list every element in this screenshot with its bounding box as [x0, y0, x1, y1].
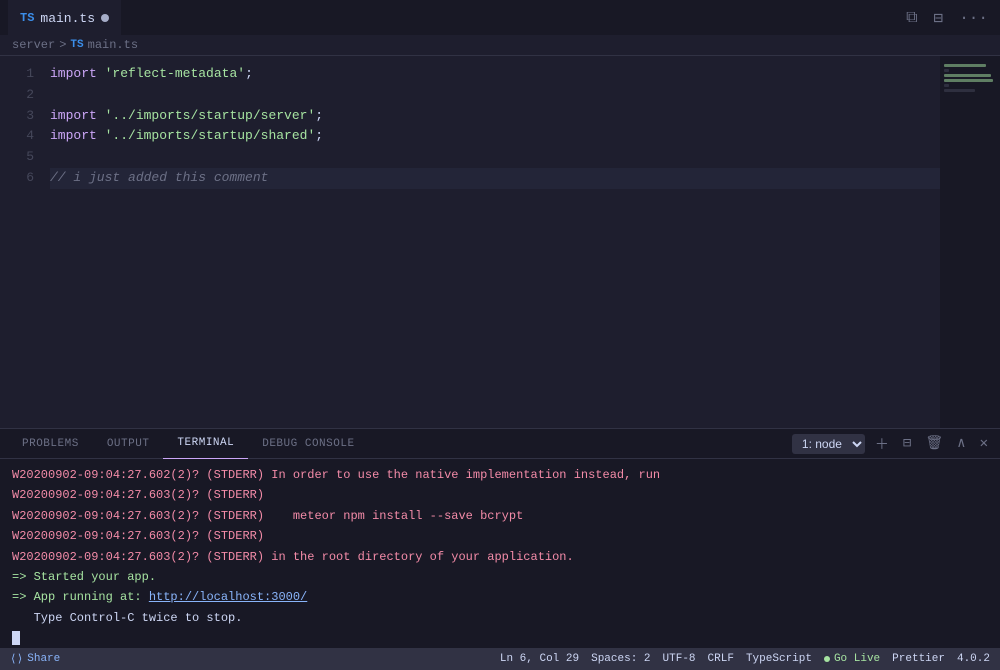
chevron-up-icon[interactable]: ∧ [953, 433, 969, 454]
status-bar: ⟨⟩ Share Ln 6, Col 29 Spaces: 2 UTF-8 CR… [0, 648, 1000, 670]
language-indicator[interactable]: TypeScript [746, 653, 812, 665]
more-actions-icon[interactable]: ··· [955, 7, 992, 29]
eol-indicator[interactable]: CRLF [708, 653, 734, 665]
share-button[interactable]: ⟨⟩ Share [10, 652, 60, 666]
editor: 123456 import 'reflect-metadata'; import… [0, 56, 1000, 428]
code-line-5 [50, 147, 940, 168]
share-label: Share [27, 653, 60, 665]
terminal-line: W20200902-09:04:27.602(2)? (STDERR) In o… [12, 465, 988, 485]
unsaved-dot [101, 14, 109, 22]
panel-tabs: PROBLEMS OUTPUT TERMINAL DEBUG CONSOLE 1… [0, 429, 1000, 459]
terminal-line [12, 628, 988, 648]
panel-tabs-right: 1: node ＋ ⊟ 🗑 ∧ ✕ [792, 432, 992, 456]
go-live-dot [824, 656, 830, 662]
terminal-panel: PROBLEMS OUTPUT TERMINAL DEBUG CONSOLE 1… [0, 428, 1000, 648]
tab-debug-console[interactable]: DEBUG CONSOLE [248, 429, 368, 459]
breadcrumb-file[interactable]: main.ts [88, 38, 138, 52]
encoding-indicator[interactable]: UTF-8 [663, 653, 696, 665]
terminal-dropdown[interactable]: 1: node [792, 434, 865, 454]
code-line-3: import '../imports/startup/server'; [50, 106, 940, 127]
tab-bar-actions: ⧉ ⊟ ··· [902, 6, 992, 30]
breadcrumb-server[interactable]: server [12, 38, 55, 52]
minimap [940, 56, 1000, 428]
terminal-line: W20200902-09:04:27.603(2)? (STDERR) [12, 485, 988, 505]
tab-problems[interactable]: PROBLEMS [8, 429, 93, 459]
breadcrumb-separator: > [59, 38, 66, 52]
panel-tabs-left: PROBLEMS OUTPUT TERMINAL DEBUG CONSOLE [8, 429, 369, 459]
status-bar-left: ⟨⟩ Share [10, 652, 60, 666]
tab-main-ts[interactable]: TS main.ts [8, 0, 121, 35]
code-line-1: import 'reflect-metadata'; [50, 64, 940, 85]
prettier-button[interactable]: Prettier [892, 653, 945, 665]
code-line-6: // i just added this comment [50, 168, 940, 189]
tab-filename: main.ts [40, 11, 95, 26]
tab-bar: TS main.ts ⧉ ⊟ ··· [0, 0, 1000, 35]
share-icon: ⟨⟩ [10, 652, 23, 666]
trash-icon[interactable]: 🗑 [921, 433, 947, 454]
tab-bar-left: TS main.ts [8, 0, 121, 35]
terminal-line: Type Control-C twice to stop. [12, 608, 988, 628]
tab-terminal[interactable]: TERMINAL [163, 429, 248, 459]
terminal-content[interactable]: W20200902-09:04:27.602(2)? (STDERR) In o… [0, 459, 1000, 648]
new-terminal-icon[interactable]: ＋ [871, 432, 893, 456]
go-live-label: Go Live [834, 653, 880, 665]
code-line-4: import '../imports/startup/shared'; [50, 126, 940, 147]
go-live-button[interactable]: Go Live [824, 653, 880, 665]
breadcrumb: server > TS main.ts [0, 35, 1000, 56]
close-panel-icon[interactable]: ✕ [976, 433, 992, 454]
split-editor-icon[interactable]: ⧉ [902, 7, 921, 29]
ts-icon: TS [20, 11, 34, 25]
terminal-line: W20200902-09:04:27.603(2)? (STDERR) mete… [12, 506, 988, 526]
breadcrumb-ts-icon: TS [70, 39, 83, 51]
code-area[interactable]: import 'reflect-metadata'; import '../im… [42, 56, 940, 428]
line-numbers: 123456 [0, 56, 42, 428]
spaces-indicator[interactable]: Spaces: 2 [591, 653, 650, 665]
terminal-line: => Started your app. [12, 567, 988, 587]
status-bar-right: Ln 6, Col 29 Spaces: 2 UTF-8 CRLF TypeSc… [500, 653, 990, 665]
terminal-line: W20200902-09:04:27.603(2)? (STDERR) [12, 526, 988, 546]
cursor-position[interactable]: Ln 6, Col 29 [500, 653, 579, 665]
terminal-line: => App running at: http://localhost:3000… [12, 587, 988, 607]
version-label: 4.0.2 [957, 653, 990, 665]
tab-output[interactable]: OUTPUT [93, 429, 164, 459]
terminal-line: W20200902-09:04:27.603(2)? (STDERR) in t… [12, 547, 988, 567]
layout-icon[interactable]: ⊟ [930, 6, 948, 30]
prettier-label: Prettier [892, 653, 945, 665]
split-terminal-icon[interactable]: ⊟ [899, 433, 915, 454]
code-line-2 [50, 85, 940, 106]
